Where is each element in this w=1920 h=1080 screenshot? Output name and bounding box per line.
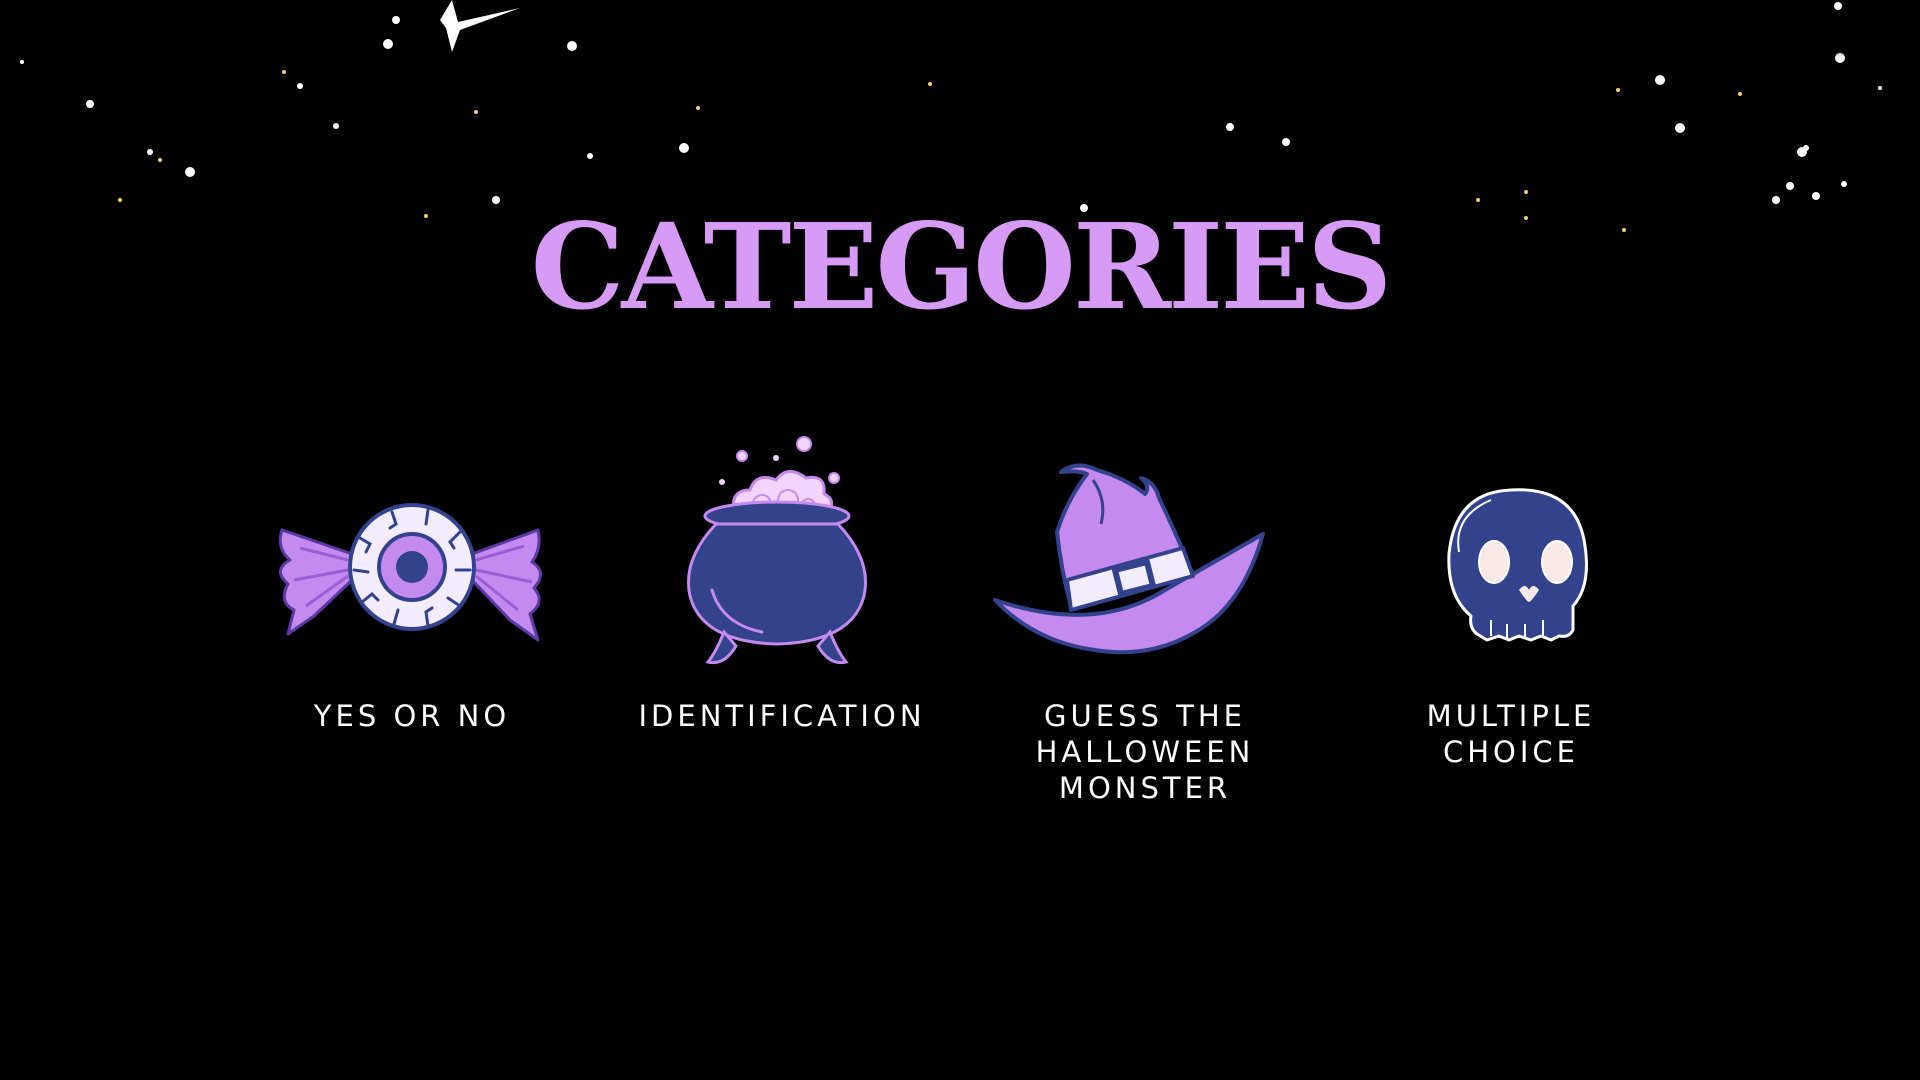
star xyxy=(86,100,94,108)
star xyxy=(1835,53,1845,63)
star xyxy=(1616,88,1620,92)
star xyxy=(567,41,577,51)
star xyxy=(928,82,932,86)
star xyxy=(1841,181,1847,187)
category-identification: IDENTIFICATION xyxy=(612,420,952,820)
star xyxy=(118,198,122,202)
skull-icon xyxy=(1447,488,1588,642)
eyeball-candy-icon xyxy=(278,503,542,642)
star xyxy=(1476,198,1480,202)
star xyxy=(1675,123,1685,133)
witch-hat-icon xyxy=(993,463,1265,655)
star xyxy=(392,16,400,24)
star xyxy=(1786,182,1794,190)
slide: CATEGORIES YES OR NO IDENTIFICATION GUES… xyxy=(0,0,1920,1080)
star xyxy=(20,60,24,64)
star xyxy=(587,153,593,159)
star xyxy=(1659,77,1665,83)
star xyxy=(333,123,339,129)
star xyxy=(696,106,700,110)
star xyxy=(1803,145,1809,151)
category-yes-or-no: YES OR NO xyxy=(242,420,582,820)
star xyxy=(297,83,303,89)
star xyxy=(1524,190,1528,194)
star xyxy=(679,143,689,153)
star xyxy=(383,39,393,49)
category-label: YES OR NO xyxy=(313,699,511,733)
star xyxy=(1772,196,1780,204)
star xyxy=(1738,92,1742,96)
page-title: CATEGORIES xyxy=(530,197,1393,336)
star xyxy=(147,149,153,155)
star xyxy=(158,158,162,162)
star xyxy=(282,70,286,74)
sparkle-star-icon xyxy=(440,0,520,52)
cauldron-icon xyxy=(686,436,868,665)
star xyxy=(1226,123,1234,131)
star xyxy=(1812,192,1820,200)
star xyxy=(1878,86,1882,90)
category-label: MULTIPLE CHOICE xyxy=(1426,699,1596,769)
category-label: GUESS THE HALLOWEEN MONSTER xyxy=(1035,699,1255,805)
star xyxy=(1834,2,1842,10)
star xyxy=(185,167,195,177)
star xyxy=(474,110,478,114)
star xyxy=(1282,138,1290,146)
category-guess-the-halloween-monster: GUESS THE HALLOWEEN MONSTER xyxy=(975,420,1315,820)
category-multiple-choice: MULTIPLE CHOICE xyxy=(1341,420,1681,820)
category-label: IDENTIFICATION xyxy=(638,699,926,733)
star xyxy=(492,196,500,204)
